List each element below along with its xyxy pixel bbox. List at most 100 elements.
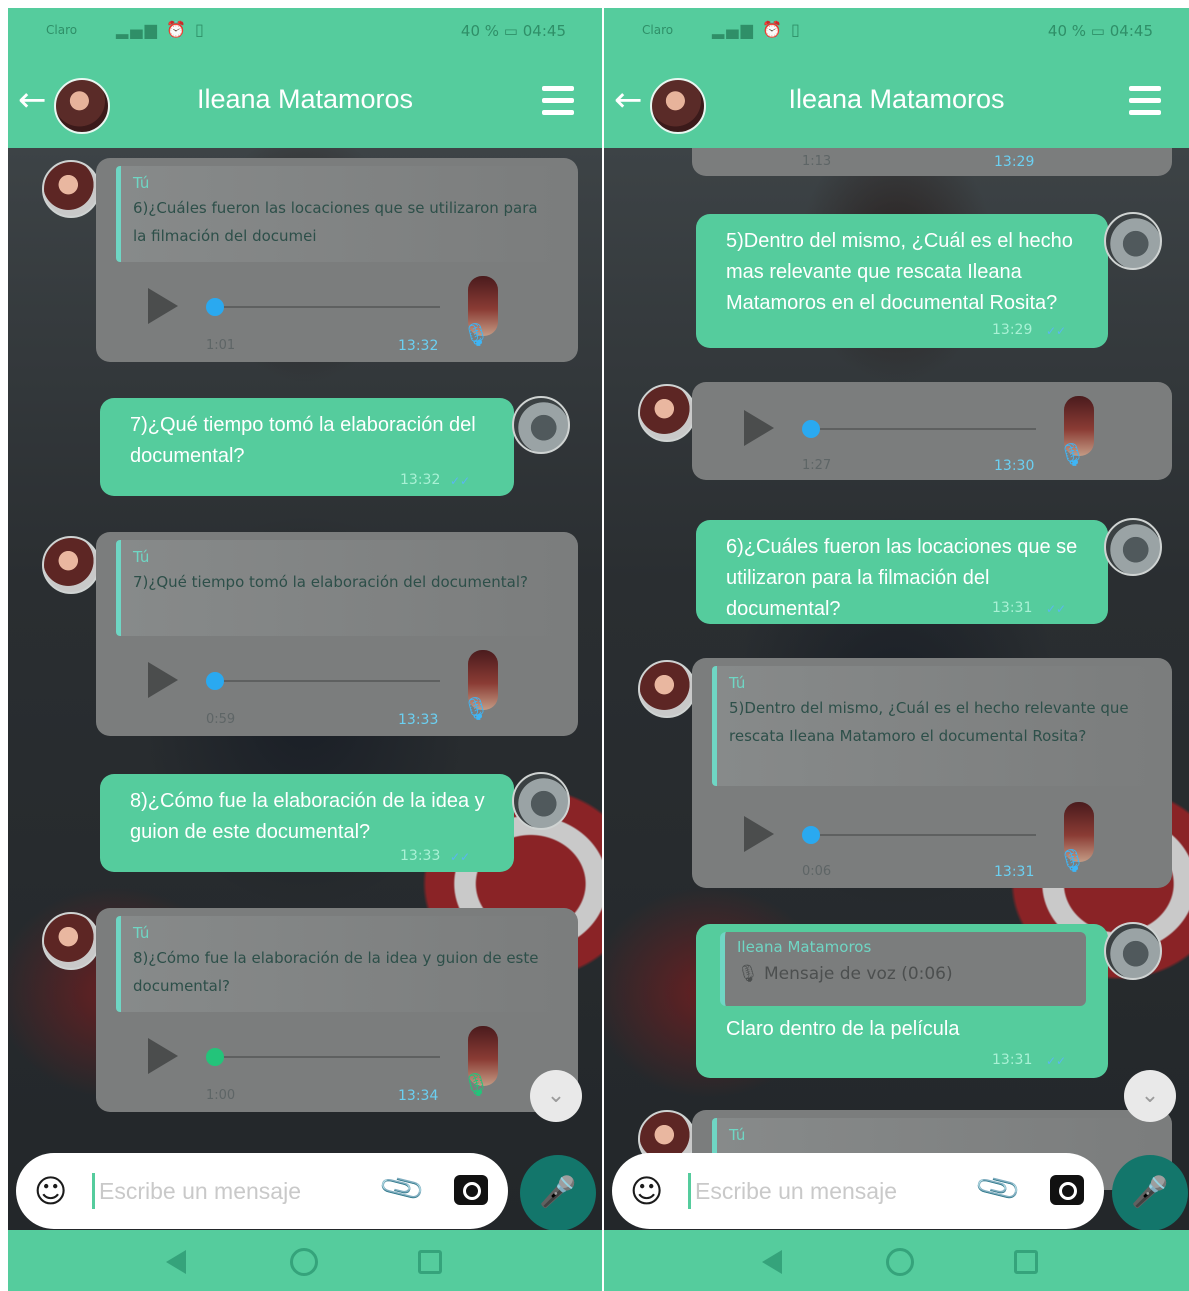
double-chevron-down-icon[interactable]: ⌄ (1124, 1070, 1176, 1122)
play-icon[interactable] (744, 816, 774, 852)
phone-screen-right: Claro ▂▄▆ ⏰ ▯ 40 % ▭ 04:45 ← Ileana Mata… (604, 8, 1189, 1291)
audio-seek-knob[interactable] (206, 298, 224, 316)
system-navigation-bar (8, 1230, 602, 1291)
nav-recents-icon[interactable] (1014, 1250, 1038, 1274)
nav-home-icon[interactable] (886, 1248, 914, 1276)
play-icon[interactable] (148, 288, 178, 324)
outgoing-text-message[interactable]: 8)¿Cómo fue la elaboración de la idea y … (100, 774, 514, 872)
message-input-bar: ☺ 📎 (16, 1153, 508, 1229)
quote-author: Tú (133, 174, 150, 192)
voice-message-partial[interactable]: 1:13 13:29 (692, 148, 1172, 176)
audio-track[interactable] (810, 834, 1036, 836)
contact-name[interactable]: Ileana Matamoros (604, 84, 1189, 115)
sender-avatar (638, 660, 696, 718)
battery-icon: ▭ (1090, 22, 1105, 40)
microphone-icon[interactable]: 🎤 (520, 1155, 596, 1231)
play-icon[interactable] (148, 1038, 178, 1074)
double-check-icon: ✓✓ (450, 474, 471, 488)
audio-seek-knob[interactable] (802, 826, 820, 844)
smiley-icon[interactable]: ☺ (630, 1172, 668, 1210)
microphone-icon: 🎙 (1058, 849, 1086, 874)
message-time: 13:29 (994, 154, 1035, 170)
message-text: 5)Dentro del mismo, ¿Cuál es el hecho ma… (726, 230, 1073, 314)
outgoing-text-message[interactable]: 5)Dentro del mismo, ¿Cuál es el hecho ma… (696, 214, 1108, 348)
carrier-label: Claro (642, 23, 674, 37)
message-time: 13:34 (398, 1088, 439, 1104)
message-input[interactable] (688, 1173, 968, 1209)
microphone-icon[interactable]: 🎤 (1112, 1155, 1188, 1231)
reply-text: 🎙 Mensaje de voz (0:06) (737, 964, 953, 984)
message-text: Claro dentro de la película (726, 1018, 960, 1040)
nav-recents-icon[interactable] (418, 1250, 442, 1274)
quote-text: 7)¿Qué tiempo tomó la elaboración del do… (133, 573, 528, 591)
hamburger-menu-icon[interactable] (1129, 86, 1161, 118)
quoted-message[interactable]: Tú 5)Dentro del mismo, ¿Cuál es el hecho… (712, 666, 1154, 786)
audio-seek-knob[interactable] (206, 1048, 224, 1066)
audio-seek-knob[interactable] (802, 420, 820, 438)
message-time: 13:32 (400, 472, 441, 488)
quote-author: Tú (729, 674, 746, 692)
outgoing-reply-message[interactable]: Ileana Matamoros 🎙 Mensaje de voz (0:06)… (696, 924, 1108, 1078)
quoted-message[interactable]: Tú 7)¿Qué tiempo tomó la elaboración del… (116, 540, 560, 636)
message-time: 13:30 (994, 458, 1035, 474)
quoted-message[interactable]: Tú 8)¿Cómo fue la elaboración de la idea… (116, 916, 560, 1012)
microphone-icon: 🎙 (462, 323, 490, 348)
own-avatar (1104, 922, 1162, 980)
voice-reply-message[interactable]: Tú 5)Dentro del mismo, ¿Cuál es el hecho… (692, 658, 1172, 888)
camera-icon[interactable] (454, 1175, 488, 1205)
message-input[interactable] (92, 1173, 372, 1209)
chat-area[interactable]: Tú 6)¿Cuáles fueron las locaciones que s… (8, 148, 602, 1230)
chat-area[interactable]: 1:13 13:29 5)Dentro del mismo, ¿Cuál es … (604, 148, 1189, 1230)
play-icon[interactable] (148, 662, 178, 698)
system-navigation-bar (604, 1230, 1189, 1291)
battery-icon: ▭ (503, 22, 518, 40)
voice-duration: 0:59 (206, 712, 236, 727)
voice-duration: 0:06 (802, 864, 832, 879)
hamburger-menu-icon[interactable] (542, 86, 574, 118)
audio-track[interactable] (214, 306, 440, 308)
microphone-icon: 🎙 (1058, 443, 1086, 468)
battery-percent: 40 % (460, 22, 500, 40)
quoted-message[interactable]: Tú 6)¿Cuáles fueron las locaciones que s… (116, 166, 560, 262)
message-time: 13:33 (400, 848, 441, 864)
sender-avatar (42, 160, 100, 218)
double-check-icon: ✓✓ (1046, 1054, 1067, 1068)
signal-alarm-vibrate-icons: ▂▄▆ ⏰ ▯ (712, 20, 802, 39)
voice-message[interactable]: 1:27 13:30 🎙 (692, 382, 1172, 480)
status-bar: Claro ▂▄▆ ⏰ ▯ 40 % ▭ 04:45 (8, 8, 602, 58)
nav-back-icon[interactable] (166, 1250, 186, 1274)
message-time: 13:31 (992, 1052, 1033, 1068)
outgoing-text-message[interactable]: 7)¿Qué tiempo tomó la elaboración del do… (100, 398, 514, 496)
battery-time: 40 % ▭ 04:45 (461, 22, 566, 40)
smiley-icon[interactable]: ☺ (34, 1172, 72, 1210)
audio-track[interactable] (810, 428, 1036, 430)
nav-home-icon[interactable] (290, 1248, 318, 1276)
battery-time: 40 % ▭ 04:45 (1048, 22, 1153, 40)
status-bar: Claro ▂▄▆ ⏰ ▯ 40 % ▭ 04:45 (604, 8, 1189, 58)
message-time: 13:31 (994, 864, 1035, 880)
audio-seek-knob[interactable] (206, 672, 224, 690)
message-text: 7)¿Qué tiempo tomó la elaboración del do… (130, 414, 476, 467)
play-icon[interactable] (744, 410, 774, 446)
audio-track[interactable] (214, 680, 440, 682)
voice-duration: 1:01 (206, 338, 236, 353)
contact-name[interactable]: Ileana Matamoros (8, 84, 602, 115)
paperclip-icon[interactable]: 📎 (973, 1163, 1024, 1213)
outgoing-text-message[interactable]: 6)¿Cuáles fueron las locaciones que se u… (696, 520, 1108, 624)
message-time: 13:32 (398, 338, 439, 354)
audio-track[interactable] (214, 1056, 440, 1058)
chat-header: ← Ileana Matamoros (8, 58, 602, 148)
message-input-bar: ☺ 📎 (612, 1153, 1104, 1229)
voice-reply-message[interactable]: Tú 6)¿Cuáles fueron las locaciones que s… (96, 158, 578, 362)
replied-voice-message[interactable]: Ileana Matamoros 🎙 Mensaje de voz (0:06) (720, 932, 1086, 1006)
clock-time: 04:45 (522, 22, 566, 40)
message-time: 13:29 (992, 322, 1033, 338)
camera-icon[interactable] (1050, 1175, 1084, 1205)
voice-reply-message[interactable]: Tú 8)¿Cómo fue la elaboración de la idea… (96, 908, 578, 1112)
nav-back-icon[interactable] (762, 1250, 782, 1274)
signal-alarm-vibrate-icons: ▂▄▆ ⏰ ▯ (116, 20, 206, 39)
double-chevron-down-icon[interactable]: ⌄ (530, 1070, 582, 1122)
voice-reply-message[interactable]: Tú 7)¿Qué tiempo tomó la elaboración del… (96, 532, 578, 736)
quote-author: Tú (133, 924, 150, 942)
paperclip-icon[interactable]: 📎 (377, 1163, 428, 1213)
